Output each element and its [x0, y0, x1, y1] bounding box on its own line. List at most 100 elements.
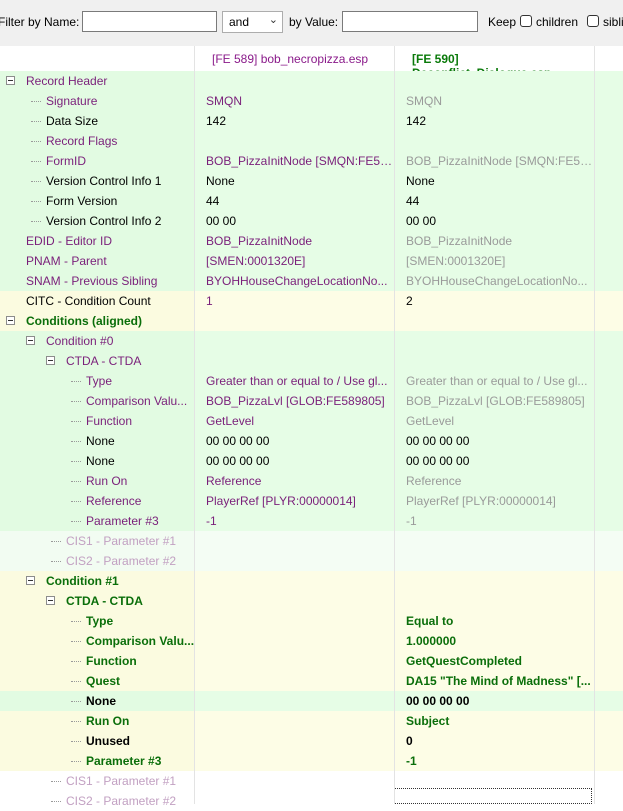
tree-row[interactable]: Record Header	[0, 71, 623, 91]
left-value-cell[interactable]: GetLevel	[194, 411, 394, 431]
right-value-cell[interactable]: 2	[394, 291, 594, 311]
left-value-cell[interactable]: 00 00	[194, 211, 394, 231]
row-name-cell[interactable]: Record Flags	[0, 131, 194, 151]
row-name-cell[interactable]: SNAM - Previous Sibling	[0, 271, 194, 291]
row-name-cell[interactable]: Parameter #3	[0, 751, 194, 771]
tree-row[interactable]: Parameter #3 -1	[0, 751, 623, 771]
row-name-cell[interactable]: EDID - Editor ID	[0, 231, 194, 251]
row-name-cell[interactable]: Quest	[0, 671, 194, 691]
collapse-toggle-icon[interactable]	[26, 576, 35, 585]
left-value-cell[interactable]: 44	[194, 191, 394, 211]
left-value-cell[interactable]	[194, 671, 394, 691]
tree-row[interactable]: Conditions (aligned)	[0, 311, 623, 331]
right-value-cell[interactable]	[394, 351, 594, 371]
collapse-toggle-icon[interactable]	[6, 316, 15, 325]
right-value-cell[interactable]: Equal to	[394, 611, 594, 631]
tree-row[interactable]: Function GetLevel GetLevel	[0, 411, 623, 431]
tree-row[interactable]: Type Greater than or equal to / Use gl...…	[0, 371, 623, 391]
left-value-cell[interactable]: Reference	[194, 471, 394, 491]
row-name-cell[interactable]: Version Control Info 2	[0, 211, 194, 231]
tree-row[interactable]: CIS2 - Parameter #2	[0, 551, 623, 571]
row-name-cell[interactable]: Run On	[0, 471, 194, 491]
tree-row[interactable]: Type Equal to	[0, 611, 623, 631]
row-name-cell[interactable]: CIS1 - Parameter #1	[0, 771, 194, 791]
right-value-cell[interactable]: 142	[394, 111, 594, 131]
tree-row[interactable]: CITC - Condition Count 1 2	[0, 291, 623, 311]
right-value-cell[interactable]: DA15 "The Mind of Madness" [...	[394, 671, 594, 691]
tree-row[interactable]: Unused 0	[0, 731, 623, 751]
left-value-cell[interactable]: BYOHHouseChangeLocationNo...	[194, 271, 394, 291]
right-value-cell[interactable]	[394, 331, 594, 351]
tree-row[interactable]: Function GetQuestCompleted	[0, 651, 623, 671]
tree-row[interactable]: Condition #1	[0, 571, 623, 591]
right-value-cell[interactable]	[394, 531, 594, 551]
row-name-cell[interactable]: CIS1 - Parameter #1	[0, 531, 194, 551]
left-value-cell[interactable]	[194, 71, 394, 91]
right-value-cell[interactable]: BOB_PizzaLvl [GLOB:FE589805]	[394, 391, 594, 411]
tree-row[interactable]: None 00 00 00 00 00 00 00 00	[0, 451, 623, 471]
left-value-cell[interactable]: BOB_PizzaLvl [GLOB:FE589805]	[194, 391, 394, 411]
children-checkbox[interactable]	[520, 15, 532, 27]
tree-row[interactable]: Run On Reference Reference	[0, 471, 623, 491]
right-value-cell[interactable]: -1	[394, 751, 594, 771]
row-name-cell[interactable]: None	[0, 691, 194, 711]
focused-cell[interactable]	[394, 788, 592, 804]
right-value-cell[interactable]: 00 00 00 00	[394, 451, 594, 471]
left-value-cell[interactable]	[194, 751, 394, 771]
row-name-cell[interactable]: Condition #1	[0, 571, 194, 591]
row-name-cell[interactable]: Unused	[0, 731, 194, 751]
left-value-cell[interactable]	[194, 571, 394, 591]
right-value-cell[interactable]	[394, 71, 594, 91]
right-value-cell[interactable]	[394, 551, 594, 571]
left-value-cell[interactable]: PlayerRef [PLYR:00000014]	[194, 491, 394, 511]
left-value-cell[interactable]	[194, 731, 394, 751]
left-value-cell[interactable]	[194, 611, 394, 631]
tree-row[interactable]: None 00 00 00 00 00 00 00 00	[0, 431, 623, 451]
left-value-cell[interactable]: 00 00 00 00	[194, 431, 394, 451]
row-name-cell[interactable]: CIS2 - Parameter #2	[0, 551, 194, 571]
row-name-cell[interactable]: Run On	[0, 711, 194, 731]
tree-row[interactable]: EDID - Editor ID BOB_PizzaInitNode BOB_Piz…	[0, 231, 623, 251]
left-value-cell[interactable]	[194, 131, 394, 151]
row-name-cell[interactable]: None	[0, 431, 194, 451]
row-name-cell[interactable]: Type	[0, 371, 194, 391]
left-value-cell[interactable]	[194, 771, 394, 791]
tree-row[interactable]: CIS1 - Parameter #1	[0, 531, 623, 551]
left-value-cell[interactable]: SMQN	[194, 91, 394, 111]
row-name-cell[interactable]: Conditions (aligned)	[0, 311, 194, 331]
row-name-cell[interactable]: Data Size	[0, 111, 194, 131]
left-value-cell[interactable]	[194, 711, 394, 731]
tree-row[interactable]: Condition #0	[0, 331, 623, 351]
row-name-cell[interactable]: Parameter #3	[0, 511, 194, 531]
left-value-cell[interactable]: -1	[194, 511, 394, 531]
left-value-cell[interactable]: 1	[194, 291, 394, 311]
right-value-cell[interactable]: 00 00	[394, 211, 594, 231]
tree-row[interactable]: CTDA - CTDA	[0, 351, 623, 371]
row-name-cell[interactable]: Signature	[0, 91, 194, 111]
tree-row[interactable]: Parameter #3 -1 -1	[0, 511, 623, 531]
filter-value-input[interactable]	[342, 11, 478, 32]
row-name-cell[interactable]: None	[0, 451, 194, 471]
row-name-cell[interactable]: Type	[0, 611, 194, 631]
tree-row[interactable]: SNAM - Previous Sibling BYOHHouseChangeLo…	[0, 271, 623, 291]
right-value-cell[interactable]: Greater than or equal to / Use gl...	[394, 371, 594, 391]
collapse-toggle-icon[interactable]	[46, 356, 55, 365]
right-value-cell[interactable]: 1.000000	[394, 631, 594, 651]
right-value-cell[interactable]	[394, 571, 594, 591]
left-value-cell[interactable]: BOB_PizzaInitNode [SMQN:FE58...	[194, 151, 394, 171]
left-value-cell[interactable]	[194, 531, 394, 551]
right-value-cell[interactable]: Subject	[394, 711, 594, 731]
row-name-cell[interactable]: Version Control Info 1	[0, 171, 194, 191]
left-value-cell[interactable]	[194, 311, 394, 331]
tree-row[interactable]: None 00 00 00 00	[0, 691, 623, 711]
filter-name-input[interactable]	[82, 11, 217, 32]
column-header-left-plugin[interactable]: [FE 589] bob_necropizza.esp	[200, 52, 400, 66]
collapse-toggle-icon[interactable]	[6, 76, 15, 85]
tree-row[interactable]: Data Size 142 142	[0, 111, 623, 131]
right-value-cell[interactable]: None	[394, 171, 594, 191]
right-value-cell[interactable]: [SMEN:0001320E]	[394, 251, 594, 271]
left-value-cell[interactable]: 00 00 00 00	[194, 451, 394, 471]
right-value-cell[interactable]: GetQuestCompleted	[394, 651, 594, 671]
left-value-cell[interactable]	[194, 351, 394, 371]
siblings-checkbox[interactable]	[587, 15, 599, 27]
